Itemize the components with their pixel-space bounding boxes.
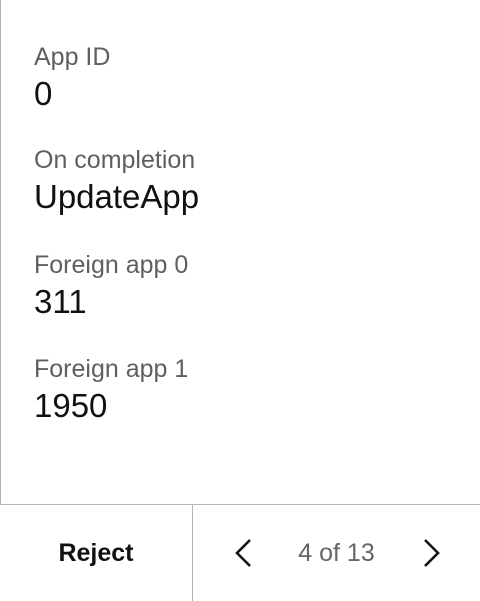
field-label: Foreign app 0 [34,251,189,279]
field-foreign-app-1: Foreign app 1 1950 [34,354,188,426]
field-value: 1950 [34,387,108,424]
field-foreign-app-0: Foreign app 0 311 [34,250,188,322]
chevron-left-icon[interactable] [233,537,255,569]
field-value: 311 [34,283,87,320]
field-app-id: App ID 0 [34,42,110,114]
field-label: Foreign app 1 [34,355,189,383]
pager: 4 of 13 [193,505,480,601]
field-label: App ID [34,43,111,71]
chevron-right-icon[interactable] [420,537,442,569]
field-on-completion: On completion UpdateApp [34,145,199,217]
transaction-details: App ID 0 On completion UpdateApp Foreign… [0,0,480,504]
footer-bar: Reject 4 of 13 [0,504,480,601]
field-value: 0 [34,75,53,112]
page-indicator: 4 of 13 [298,538,375,567]
reject-button[interactable]: Reject [0,505,193,601]
field-value: UpdateApp [34,178,200,215]
field-label: On completion [34,146,196,174]
